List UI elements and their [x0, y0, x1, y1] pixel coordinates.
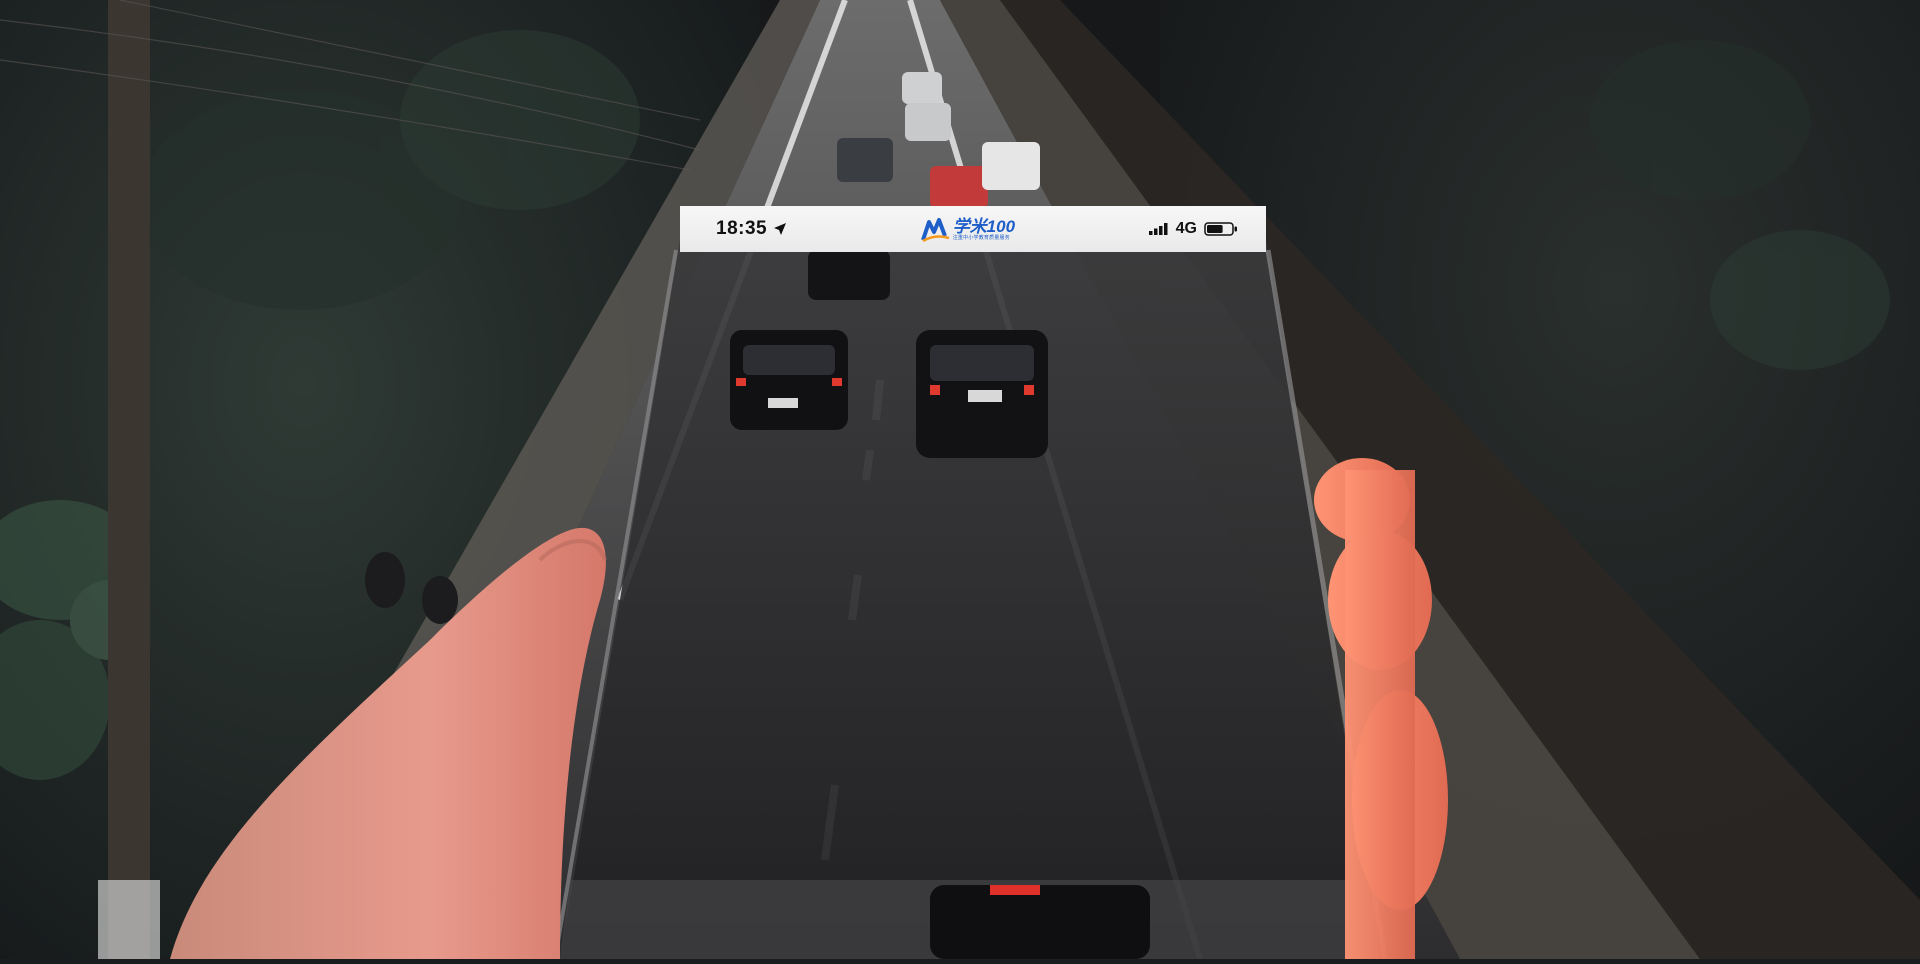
phone-status-bar: 18:35 学米100 注重中小学教育质量服务 4G — [680, 206, 1266, 252]
network-type: 4G — [1175, 220, 1197, 237]
time-text: 18:35 — [716, 218, 768, 239]
battery-icon — [1204, 222, 1237, 236]
logo-mark-icon — [920, 218, 950, 242]
utility-pole — [108, 0, 150, 959]
signal-icon — [1148, 223, 1168, 235]
logo-text: 学米100 — [952, 216, 1016, 236]
app-logo: 学米100 注重中小学教育质量服务 — [920, 216, 1016, 242]
logo-subtitle: 注重中小学教育质量服务 — [952, 234, 1010, 241]
background-photo — [0, 0, 1920, 960]
location-arrow-icon — [774, 223, 787, 235]
status-right: 4G — [1148, 220, 1238, 238]
status-time: 18:35 — [716, 218, 787, 240]
